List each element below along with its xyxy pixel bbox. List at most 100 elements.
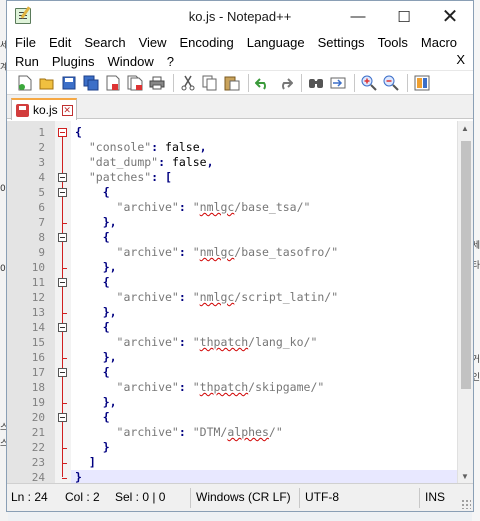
code-text[interactable]: { "console": false, "dat_dump": false, "… — [71, 121, 457, 484]
cut-icon[interactable] — [178, 73, 198, 93]
fold-toggle-icon[interactable] — [58, 173, 67, 182]
line-number: 16 — [31, 351, 45, 364]
paste-icon[interactable] — [222, 73, 242, 93]
fold-toggle-icon[interactable] — [58, 323, 67, 332]
fold-end-marker — [62, 268, 67, 269]
status-eol[interactable]: Windows (CR LF) — [196, 490, 291, 506]
menu-plugins[interactable]: Plugins — [52, 54, 95, 69]
line-number: 10 — [31, 261, 45, 274]
code-line[interactable]: "dat_dump": false, — [75, 155, 214, 170]
status-encoding[interactable]: UTF-8 — [305, 490, 339, 506]
code-line[interactable]: { — [75, 365, 110, 380]
code-line[interactable]: }, — [75, 305, 117, 320]
menu-search[interactable]: Search — [84, 35, 125, 50]
line-number: 13 — [31, 306, 45, 319]
scroll-down-icon[interactable]: ▼ — [461, 472, 469, 481]
code-line[interactable]: { — [75, 185, 110, 200]
toolbar-separator — [407, 73, 408, 92]
close-all-icon[interactable] — [125, 73, 145, 93]
fold-toggle-icon[interactable] — [58, 233, 67, 242]
code-line[interactable]: { — [75, 230, 110, 245]
line-number: 2 — [38, 141, 45, 154]
fold-toggle-icon[interactable] — [58, 128, 67, 137]
line-number: 15 — [31, 336, 45, 349]
code-line[interactable]: } — [75, 440, 110, 455]
replace-icon[interactable] — [328, 73, 348, 93]
fold-toggle-icon[interactable] — [58, 188, 67, 197]
menu-encoding[interactable]: Encoding — [180, 35, 234, 50]
menu-file[interactable]: File — [15, 35, 36, 50]
tab-bar: ko.js ✕ — [7, 95, 473, 120]
copy-icon[interactable] — [200, 73, 220, 93]
notepad-window: ko.js - Notepad++ — ☐ ✕ File Edit Search… — [6, 0, 474, 512]
status-insert-mode[interactable]: INS — [425, 490, 445, 506]
code-line[interactable]: "archive": "nmlgc/base_tasofro/" — [75, 245, 339, 260]
code-line[interactable]: "archive": "thpatch/skipgame/" — [75, 380, 325, 395]
code-line[interactable]: "archive": "nmlgc/script_latin/" — [75, 290, 339, 305]
code-line[interactable]: }, — [75, 395, 117, 410]
code-line[interactable]: }, — [75, 350, 117, 365]
line-number: 9 — [38, 246, 45, 259]
code-line[interactable]: }, — [75, 260, 117, 275]
fold-guide-line — [62, 132, 63, 477]
menu-macro[interactable]: Macro — [421, 35, 457, 50]
menu-view[interactable]: View — [139, 35, 167, 50]
toolbar-separator — [173, 73, 174, 92]
tab-ko-js[interactable]: ko.js ✕ — [11, 98, 77, 120]
close-document-button[interactable]: X — [456, 52, 465, 67]
toolbar-separator — [354, 73, 355, 92]
code-line[interactable]: "patches": [ — [75, 170, 172, 185]
find-icon[interactable] — [306, 73, 326, 93]
fold-toggle-icon[interactable] — [58, 278, 67, 287]
line-number: 1 — [38, 126, 45, 139]
scroll-up-icon[interactable]: ▲ — [461, 124, 469, 133]
code-line[interactable]: { — [75, 320, 110, 335]
code-line[interactable]: { — [75, 275, 110, 290]
fold-toggle-icon[interactable] — [58, 368, 67, 377]
redo-icon[interactable] — [275, 73, 295, 93]
fold-toggle-icon[interactable] — [58, 413, 67, 422]
code-editor[interactable]: 1 2 3 4 5 6 7 8 9 10 11 12 13 14 15 16 17 18 19 20 21 22 23 24 … — [7, 121, 473, 485]
vertical-scrollbar[interactable]: ▲ ▼ — [457, 121, 473, 484]
title-bar[interactable]: ko.js - Notepad++ — ☐ ✕ — [7, 1, 473, 32]
code-line[interactable]: { — [75, 125, 82, 140]
code-line[interactable]: { — [75, 410, 110, 425]
save-icon[interactable] — [59, 73, 79, 93]
code-line[interactable]: ] — [75, 455, 96, 470]
fold-end-marker — [62, 223, 67, 224]
new-file-icon[interactable] — [15, 73, 35, 93]
line-number: 12 — [31, 291, 45, 304]
code-line[interactable]: }, — [75, 215, 117, 230]
code-line[interactable]: } — [75, 470, 82, 484]
toolbar-separator — [248, 73, 249, 92]
menu-language[interactable]: Language — [247, 35, 305, 50]
fold-end-marker — [62, 313, 67, 314]
sync-scroll-icon[interactable] — [412, 73, 432, 93]
scrollbar-thumb[interactable] — [461, 141, 471, 389]
menu-help[interactable]: ? — [167, 54, 174, 69]
code-line[interactable]: "console": false, — [75, 140, 207, 155]
open-file-icon[interactable] — [37, 73, 57, 93]
menu-tools[interactable]: Tools — [378, 35, 408, 50]
menu-settings[interactable]: Settings — [318, 35, 365, 50]
zoom-in-icon[interactable] — [359, 73, 379, 93]
tab-close-icon[interactable]: ✕ — [61, 104, 73, 116]
menu-run[interactable]: Run — [15, 54, 39, 69]
close-window-button[interactable]: ✕ — [427, 1, 473, 32]
print-icon[interactable] — [147, 73, 167, 93]
code-line[interactable]: "archive": "DTM/alphes/" — [75, 425, 283, 440]
save-all-icon[interactable] — [81, 73, 101, 93]
fold-end-marker — [62, 448, 67, 449]
close-icon[interactable] — [103, 73, 123, 93]
line-number: 19 — [31, 396, 45, 409]
zoom-out-icon[interactable] — [381, 73, 401, 93]
code-line[interactable]: "archive": "thpatch/lang_ko/" — [75, 335, 318, 350]
code-line[interactable]: "archive": "nmlgc/base_tsa/" — [75, 200, 311, 215]
resize-grip[interactable] — [461, 499, 471, 509]
maximize-button[interactable]: ☐ — [381, 1, 427, 32]
undo-icon[interactable] — [253, 73, 273, 93]
menu-edit[interactable]: Edit — [49, 35, 71, 50]
minimize-button[interactable]: — — [335, 1, 381, 32]
status-line: Ln : 24 — [11, 490, 48, 504]
menu-window[interactable]: Window — [108, 54, 154, 69]
